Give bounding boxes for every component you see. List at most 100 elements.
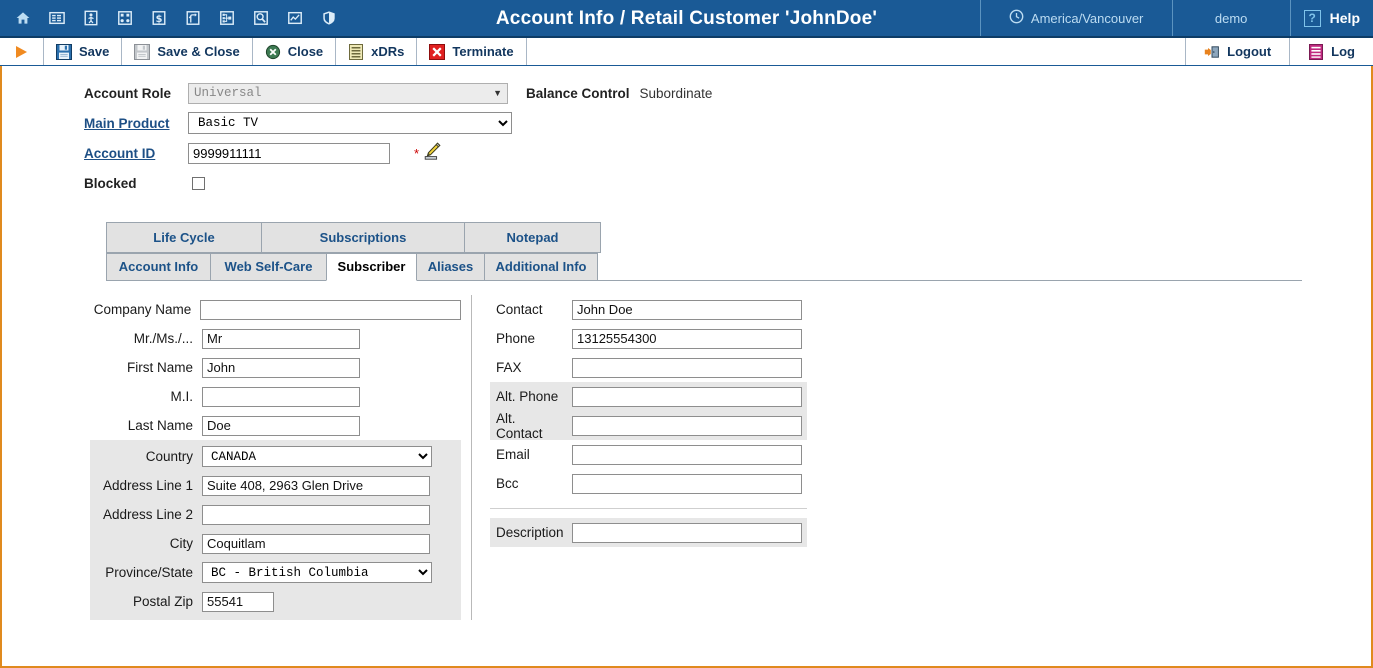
security-icon[interactable] [318, 7, 340, 29]
last-name-row: Last Name [90, 411, 461, 440]
postal-zip-input[interactable] [202, 591, 274, 612]
salutation-input[interactable] [202, 328, 360, 349]
province-state-row: Province/State BC - British Columbia [90, 558, 461, 587]
tab-additional-info[interactable]: Additional Info [484, 253, 598, 281]
main-content-panel: Account Role Universal ▼ Balance Control… [0, 66, 1373, 668]
account-id-input[interactable] [188, 142, 390, 164]
customer-icon[interactable] [80, 7, 102, 29]
logout-label: Logout [1227, 44, 1272, 59]
contact-input[interactable] [572, 299, 802, 320]
floppy-disk-gray-icon [134, 43, 151, 60]
tab-row-top: Life Cycle Subscriptions Notepad [106, 222, 1371, 253]
alt-contact-label: Alt. Contact [496, 410, 543, 441]
tab-notepad[interactable]: Notepad [464, 222, 601, 253]
close-button[interactable]: Close [253, 38, 337, 65]
city-row: City [90, 529, 461, 558]
bcc-label: Bcc [496, 476, 519, 491]
bcc-input[interactable] [572, 473, 802, 494]
middle-initial-row: M.I. [90, 382, 461, 411]
question-mark-icon: ? [1303, 9, 1321, 27]
save-and-close-button[interactable]: Save & Close [122, 38, 253, 65]
last-name-input[interactable] [202, 415, 360, 436]
log-lines-icon [1308, 43, 1324, 60]
bcc-row: Bcc [490, 469, 807, 498]
action-toolbar: Save Save & Close Close xDRs Terminate L… [0, 38, 1373, 66]
timezone-selector[interactable]: America/Vancouver [979, 0, 1172, 36]
description-input[interactable] [572, 522, 802, 543]
account-id-label[interactable]: Account ID [84, 146, 188, 161]
help-button[interactable]: ? Help [1289, 0, 1373, 36]
address-group: Country CANADA Address Line 1 Address Li… [90, 440, 461, 620]
svg-text:$: $ [156, 14, 163, 25]
tab-row-bottom: Account Info Web Self-Care Subscriber Al… [106, 253, 1371, 281]
xdrs-button[interactable]: xDRs [336, 38, 418, 65]
pencil-edit-icon[interactable] [421, 141, 443, 166]
fax-input[interactable] [572, 357, 802, 378]
tab-web-self-care[interactable]: Web Self-Care [210, 253, 327, 281]
subscriber-form: Company Name Mr./Ms./... First Name M.I.… [2, 295, 1371, 620]
fax-label: FAX [496, 360, 522, 375]
company-name-row: Company Name [90, 295, 461, 324]
subscriber-left-column: Company Name Mr./Ms./... First Name M.I.… [90, 295, 472, 620]
close-label: Close [287, 44, 324, 59]
save-button[interactable]: Save [44, 38, 123, 65]
log-button[interactable]: Log [1289, 38, 1373, 65]
sitemap-icon[interactable] [216, 7, 238, 29]
alt-contact-input[interactable] [572, 415, 802, 436]
tab-subscriptions[interactable]: Subscriptions [261, 222, 465, 253]
blocked-label: Blocked [84, 175, 137, 191]
current-user[interactable]: demo [1171, 0, 1290, 36]
address-line-2-label: Address Line 2 [102, 507, 193, 522]
province-state-select[interactable]: BC - British Columbia [202, 562, 432, 583]
first-name-row: First Name [90, 353, 461, 382]
accounts-list-icon[interactable] [46, 7, 68, 29]
search-icon[interactable] [250, 7, 272, 29]
tab-aliases[interactable]: Aliases [416, 253, 485, 281]
address-line-1-label: Address Line 1 [102, 478, 193, 493]
home-icon[interactable] [12, 7, 34, 29]
account-id-row: Account ID * [84, 138, 1371, 168]
salutation-label: Mr./Ms./... [133, 331, 193, 346]
address-line-1-input[interactable] [202, 475, 430, 496]
account-header-form: Account Role Universal ▼ Balance Control… [2, 66, 1371, 198]
run-button[interactable] [0, 38, 44, 65]
statistics-icon[interactable] [284, 7, 306, 29]
city-input[interactable] [202, 533, 430, 554]
phone-input[interactable] [572, 328, 802, 349]
company-name-label: Company Name [93, 302, 192, 317]
middle-initial-input[interactable] [202, 386, 360, 407]
tab-account-info[interactable]: Account Info [106, 253, 211, 281]
email-input[interactable] [572, 444, 802, 465]
username-label: demo [1214, 10, 1248, 26]
first-name-label: First Name [126, 360, 193, 375]
xdrs-label: xDRs [371, 44, 405, 59]
red-x-icon [429, 43, 446, 60]
clock-icon [1009, 9, 1024, 27]
main-product-label[interactable]: Main Product [84, 116, 188, 131]
logout-button[interactable]: Logout [1185, 38, 1289, 65]
main-product-select[interactable]: Basic TV [188, 112, 512, 134]
postal-zip-label: Postal Zip [132, 594, 193, 609]
tab-subscriber[interactable]: Subscriber [326, 253, 417, 281]
terminate-button[interactable]: Terminate [417, 38, 527, 65]
dollar-icon[interactable]: $ [148, 7, 170, 29]
tab-life-cycle[interactable]: Life Cycle [106, 222, 262, 253]
products-icon[interactable] [114, 7, 136, 29]
alt-phone-input[interactable] [572, 386, 802, 407]
toolbar-right-group: Logout Log [1185, 38, 1373, 65]
contact-label: Contact [496, 302, 543, 317]
company-name-input[interactable] [200, 299, 461, 320]
country-select[interactable]: CANADA [202, 446, 432, 467]
routing-icon[interactable] [182, 7, 204, 29]
tab-navigation: Life Cycle Subscriptions Notepad Account… [2, 222, 1371, 281]
middle-initial-label: M.I. [170, 389, 194, 404]
alt-phone-row: Alt. Phone [490, 382, 807, 411]
account-role-select[interactable]: Universal [188, 82, 508, 104]
first-name-input[interactable] [202, 357, 360, 378]
blocked-checkbox[interactable] [192, 176, 205, 190]
address-line-2-input[interactable] [202, 504, 430, 525]
fax-row: FAX [490, 353, 807, 382]
logout-door-icon [1204, 44, 1220, 60]
email-row: Email [490, 440, 807, 469]
save-and-close-label: Save & Close [157, 44, 240, 59]
